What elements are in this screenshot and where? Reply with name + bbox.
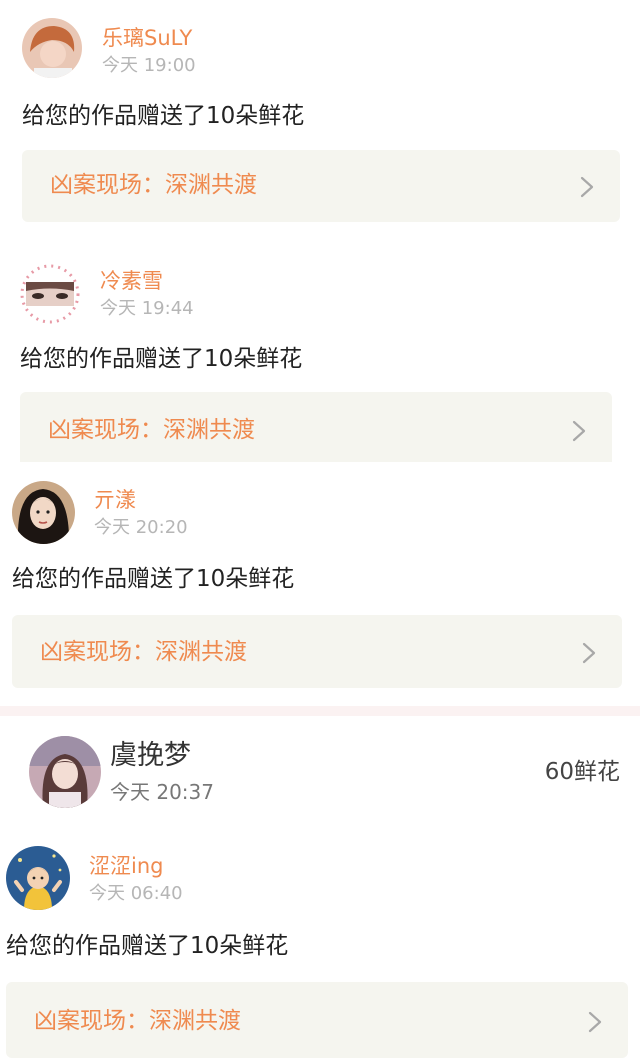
work-link[interactable]: 凶案现场：深渊共渡: [6, 982, 628, 1058]
gift-item: 涩涩ing 今天 06:40 给您的作品赠送了10朵鲜花 凶案现场：深渊共渡: [0, 0, 640, 1064]
work-title: 凶案现场：深渊共渡: [34, 1008, 241, 1034]
gift-message: 给您的作品赠送了10朵鲜花: [6, 933, 289, 959]
gift-time: 今天 06:40: [89, 883, 183, 904]
chevron-right-icon: [588, 1011, 602, 1033]
avatar[interactable]: [6, 846, 70, 910]
user-name[interactable]: 涩涩ing: [89, 856, 163, 877]
